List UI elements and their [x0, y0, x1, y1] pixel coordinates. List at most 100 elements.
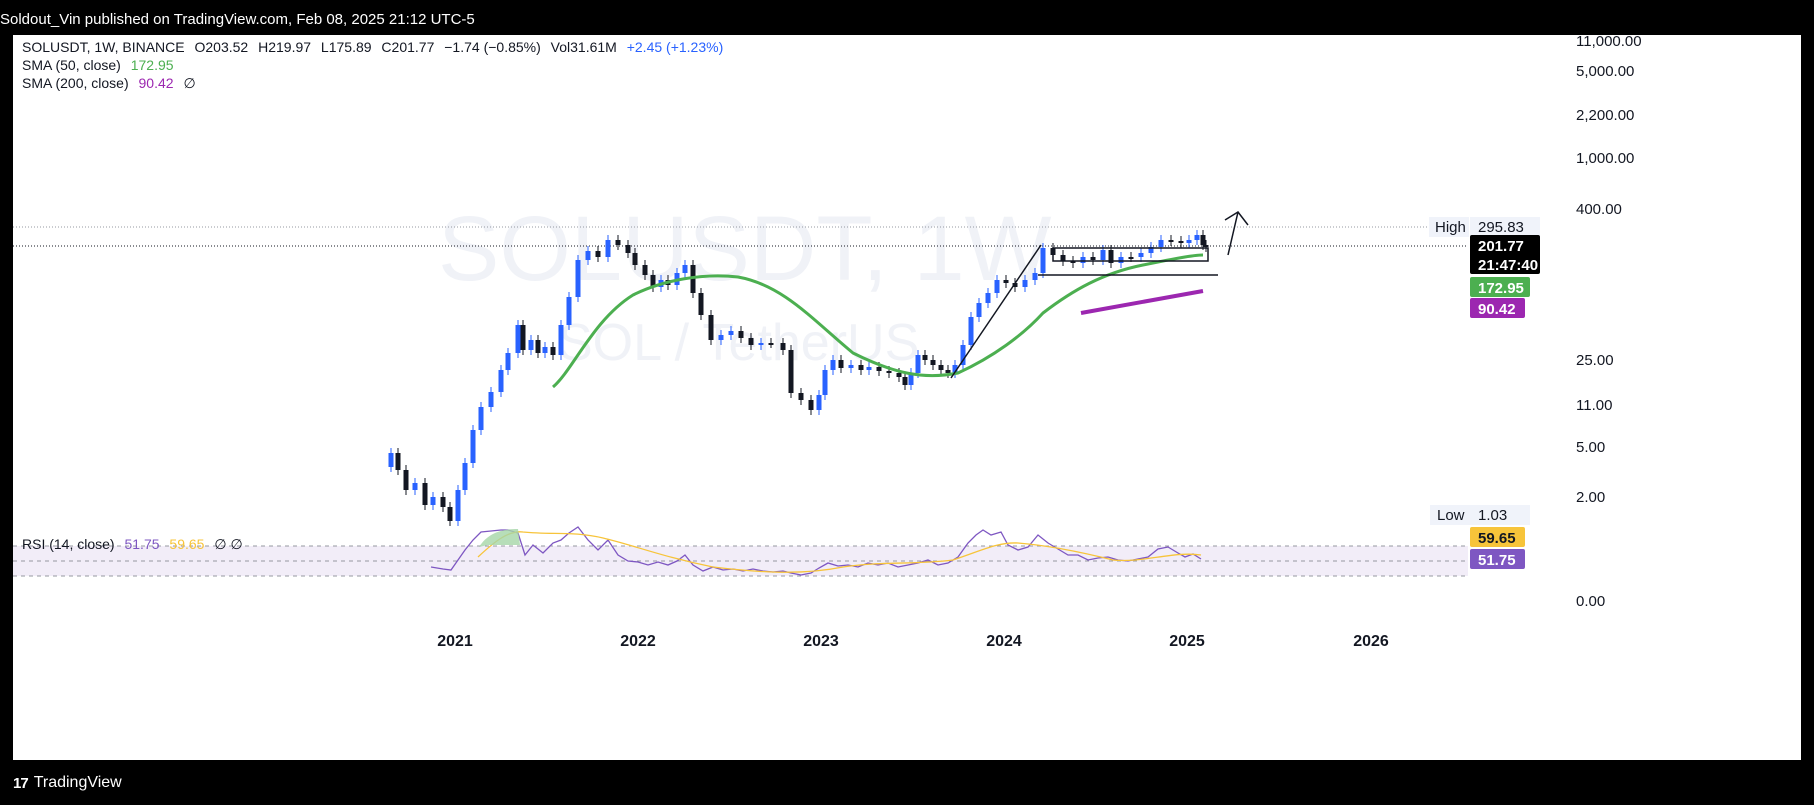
legend-sma200[interactable]: SMA (200, close) 90.42 ∅ — [22, 75, 202, 92]
candle-body — [1138, 253, 1144, 257]
candle-body — [395, 453, 401, 470]
candle-body — [515, 325, 521, 353]
price-axis-label: 5.00 — [1576, 439, 1605, 456]
candle-body — [1186, 240, 1192, 243]
legend-main: SOLUSDT, 1W, BINANCE O203.52 H219.97 L17… — [22, 39, 729, 55]
candle-body — [558, 325, 564, 355]
candle-body — [615, 240, 621, 245]
candle-body — [550, 347, 556, 355]
sma200-label: SMA (200, close) — [22, 75, 129, 91]
candle-body — [566, 297, 572, 325]
rsi-ma-tag-text: 59.65 — [1478, 530, 1516, 547]
candle-body — [838, 360, 844, 368]
candle-body — [985, 293, 991, 303]
candle-body — [1158, 240, 1164, 247]
candle-body — [915, 355, 921, 373]
legend-volume: 31.61M — [570, 39, 617, 55]
price-axis-label: 2.00 — [1576, 489, 1605, 506]
tradingview-logo[interactable]: 17 TradingView — [13, 774, 122, 792]
candle-body — [728, 331, 734, 335]
time-axis-label: 2024 — [986, 633, 1022, 650]
rsi-ma-tag: 59.65 — [1470, 527, 1525, 547]
chart-panel[interactable]: SOLUSDT, 1W SOL / TetherUS 11,000.00 5,00… — [13, 35, 1801, 760]
chart-canvas[interactable]: SOLUSDT, 1W SOL / TetherUS 11,000.00 5,00… — [13, 35, 1801, 760]
candle-body — [1022, 280, 1028, 287]
candle-body — [388, 453, 394, 467]
candle-body — [876, 367, 882, 371]
high-tag: High 295.83 — [1429, 217, 1540, 237]
candle-body — [462, 463, 468, 490]
candle-body — [830, 360, 836, 370]
candle-body — [758, 343, 764, 345]
candle-body — [816, 395, 822, 410]
candle-body — [1194, 235, 1200, 240]
candle-body — [718, 335, 724, 340]
rsi-label: RSI (14, close) — [22, 536, 115, 552]
price-axis-label: 0.00 — [1576, 593, 1605, 610]
low-tag-value: 1.03 — [1478, 507, 1507, 524]
candle-body — [528, 340, 534, 350]
candle-body — [1003, 280, 1009, 283]
price-axis-label: 11.00 — [1576, 397, 1612, 414]
candle-body — [738, 331, 744, 338]
watermark-symbol: SOLUSDT, 1W — [438, 198, 1052, 300]
rsi-value: 51.75 — [124, 536, 160, 552]
candle-body — [505, 353, 511, 370]
legend-open: O203.52 — [194, 39, 249, 55]
candle-body — [412, 483, 418, 490]
candle-body — [595, 251, 601, 257]
candle-body — [768, 343, 774, 345]
candle-body — [642, 265, 648, 275]
watermark-pair: SOL / TetherUS — [558, 314, 919, 372]
candle-body — [976, 303, 982, 317]
legend-volume-change: +2.45 (+1.23%) — [626, 39, 724, 55]
candle-body — [1203, 245, 1209, 247]
candle-body — [848, 365, 854, 368]
sma200-line — [1080, 289, 1204, 315]
candle-body — [455, 490, 461, 521]
candle-body — [1100, 250, 1106, 260]
candle-body — [822, 370, 828, 395]
price-axis-label: 25.00 — [1576, 352, 1614, 369]
sma200-tag: 90.42 — [1470, 298, 1525, 318]
candle-body — [748, 338, 754, 345]
low-tag: Low 1.03 — [1430, 505, 1530, 525]
sma50-tag-text: 172.95 — [1478, 280, 1524, 297]
legend-low: L175.89 — [320, 39, 372, 55]
candle-body — [440, 497, 446, 507]
candle-body — [470, 430, 476, 463]
publish-bar: Soldout_Vin published on TradingView.com… — [0, 0, 1814, 35]
candle-body — [682, 265, 688, 273]
sma50-tag: 172.95 — [1470, 277, 1530, 297]
time-axis-label: 2026 — [1353, 633, 1389, 650]
legend-sma50[interactable]: SMA (50, close) 172.95 — [22, 57, 180, 73]
candle-body — [542, 347, 548, 353]
candle-body — [930, 360, 936, 365]
tradingview-brand: TradingView — [33, 774, 122, 791]
legend-volume-label: Vol — [550, 39, 571, 55]
candle-body — [798, 393, 804, 400]
legend-symbol: SOLUSDT, 1W, BINANCE — [22, 39, 185, 55]
rsi-ma-value: 59.65 — [169, 536, 205, 552]
candle-body — [698, 293, 704, 315]
candle-body — [994, 280, 1000, 293]
last-price-tag-text: 201.77 — [1478, 238, 1524, 255]
footer-bar: 17 TradingView — [0, 760, 1814, 805]
candle-body — [945, 370, 951, 373]
candle-body — [968, 317, 974, 345]
time-axis-label: 2025 — [1169, 633, 1205, 650]
price-axis-label: 5,000.00 — [1576, 63, 1634, 80]
candle-body — [1118, 257, 1124, 263]
candle-body — [430, 497, 436, 505]
legend-rsi[interactable]: RSI (14, close) 51.75 59.65 ∅ ∅ — [22, 536, 249, 553]
time-axis-label: 2022 — [620, 633, 656, 650]
candle-body — [575, 260, 581, 297]
candle-body — [886, 371, 892, 373]
legend-change: −1.74 (−0.85%) — [444, 39, 541, 55]
candle-body — [1200, 235, 1206, 245]
candle-body — [1168, 240, 1174, 242]
candle-body — [1128, 257, 1134, 259]
sma50-value: 172.95 — [130, 57, 174, 73]
candle-body — [520, 325, 526, 350]
candle-body — [585, 251, 591, 260]
